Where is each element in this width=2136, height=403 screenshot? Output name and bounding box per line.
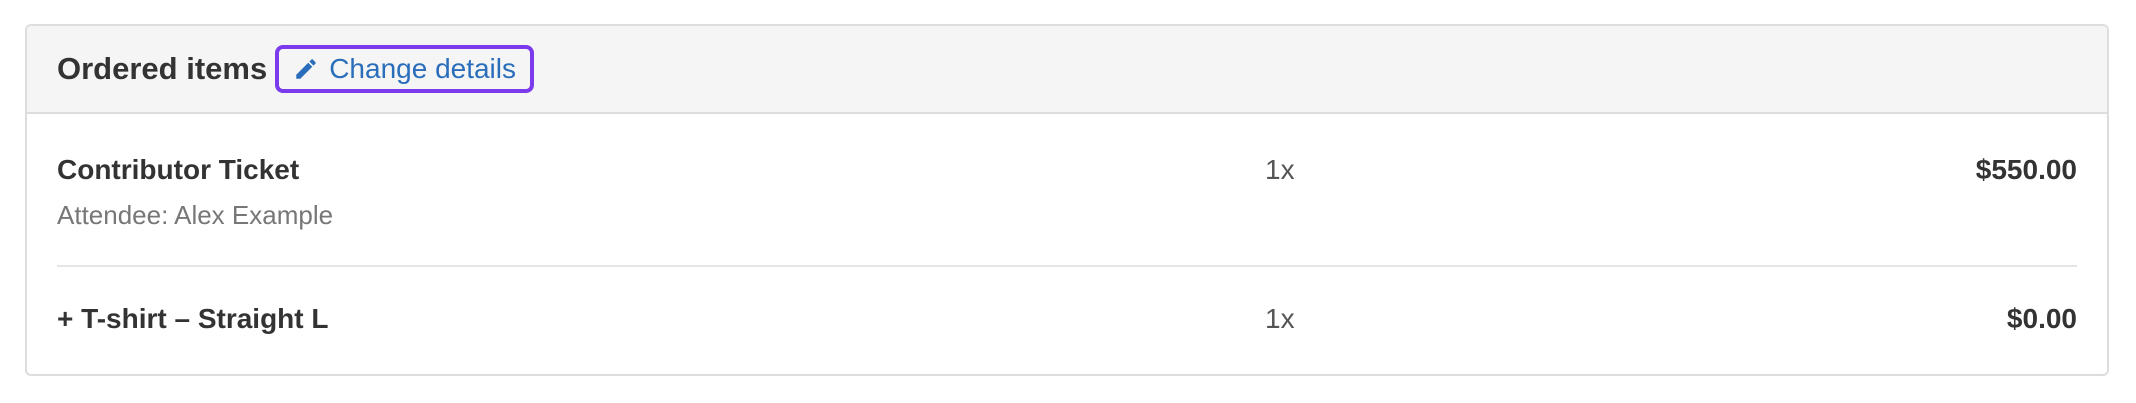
item-cell: + T-shirt – Straight L [57, 303, 1265, 372]
item-quantity: 1x [1265, 303, 1295, 334]
item-price: $550.00 [1975, 154, 2077, 185]
item-attendee: Attendee: Alex Example [57, 200, 334, 230]
panel-title: Ordered items [57, 51, 268, 86]
panel-heading: Ordered items Change details [27, 26, 2107, 114]
order-item-row: + T-shirt – Straight L 1x $0.00 [57, 267, 2077, 372]
item-name: + T-shirt – Straight L [57, 303, 329, 334]
item-price: $0.00 [2006, 303, 2077, 334]
item-name: Contributor Ticket [57, 154, 300, 185]
pencil-icon [296, 59, 316, 79]
ordered-items-panel: Ordered items Change details Contributor… [25, 24, 2109, 376]
order-item-row: Contributor Ticket Attendee: Alex Exampl… [57, 114, 2077, 267]
change-details-label: Change details [329, 53, 517, 84]
change-details-link[interactable]: Change details [275, 45, 535, 93]
item-cell: Contributor Ticket Attendee: Alex Exampl… [57, 154, 1265, 265]
item-quantity: 1x [1265, 154, 1295, 185]
panel-body: Contributor Ticket Attendee: Alex Exampl… [27, 114, 2107, 372]
